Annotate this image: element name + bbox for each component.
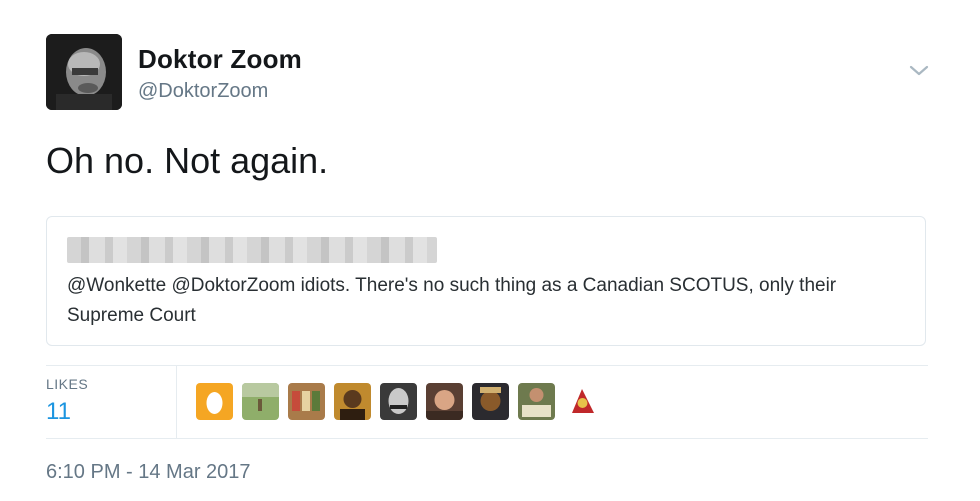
author-avatar[interactable] — [46, 34, 122, 110]
liker-egg-avatar[interactable] — [196, 383, 233, 420]
divider — [46, 365, 928, 366]
chevron-down-icon[interactable] — [906, 60, 932, 80]
author-avatar-image — [46, 34, 122, 110]
quoted-author-redacted — [67, 237, 437, 263]
liker-avatar-4[interactable] — [334, 383, 371, 420]
liker-avatar-3[interactable] — [288, 383, 325, 420]
tweet-text: Oh no. Not again. — [46, 140, 329, 181]
quoted-tweet[interactable]: @Wonkette @DoktorZoom idiots. There's no… — [46, 216, 926, 346]
author-handle[interactable]: @DoktorZoom — [138, 80, 268, 103]
likes-count[interactable]: 11 — [46, 398, 71, 426]
tweet-timestamp[interactable]: 6:10 PM - 14 Mar 2017 — [46, 461, 251, 484]
liker-avatar-9[interactable] — [564, 383, 601, 420]
likes-label[interactable]: LIKES — [46, 376, 88, 392]
likers-list — [196, 383, 601, 420]
stats-separator — [176, 366, 177, 438]
author-display-name[interactable]: Doktor Zoom — [138, 44, 302, 75]
liker-avatar-5[interactable] — [380, 383, 417, 420]
liker-avatar-8[interactable] — [518, 383, 555, 420]
quoted-tweet-text: @Wonkette @DoktorZoom idiots. There's no… — [67, 275, 837, 326]
liker-avatar-6[interactable] — [426, 383, 463, 420]
liker-avatar-7[interactable] — [472, 383, 509, 420]
liker-avatar-2[interactable] — [242, 383, 279, 420]
divider — [46, 438, 928, 439]
